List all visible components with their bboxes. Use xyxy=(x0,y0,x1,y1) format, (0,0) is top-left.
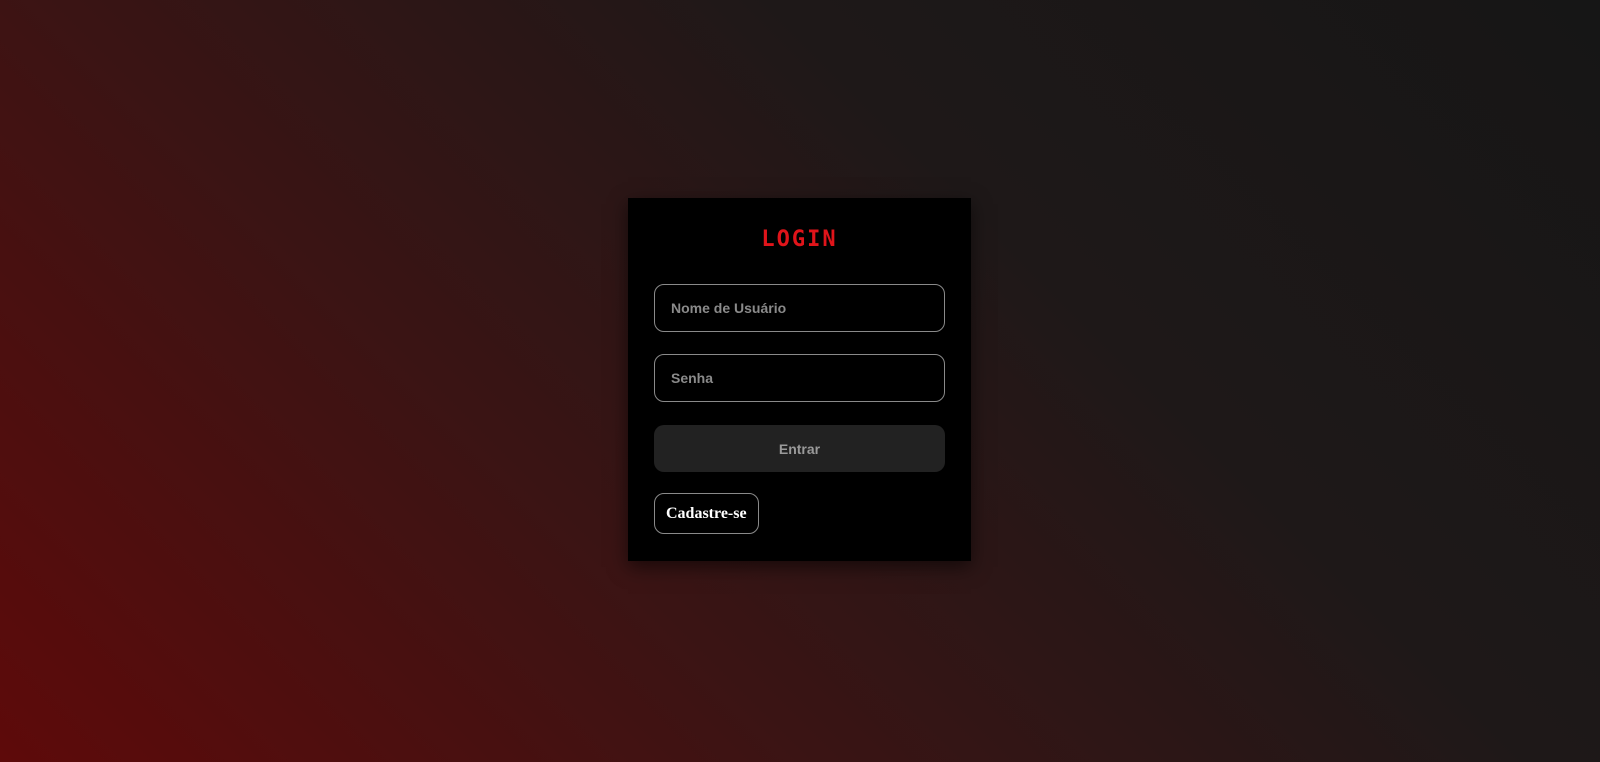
login-submit-button[interactable]: Entrar xyxy=(654,425,945,472)
login-title: LOGIN xyxy=(761,227,838,252)
username-input[interactable] xyxy=(654,284,945,332)
register-button[interactable]: Cadastre-se xyxy=(654,493,759,534)
login-card: LOGIN Entrar Cadastre-se xyxy=(628,198,971,561)
password-input[interactable] xyxy=(654,354,945,402)
